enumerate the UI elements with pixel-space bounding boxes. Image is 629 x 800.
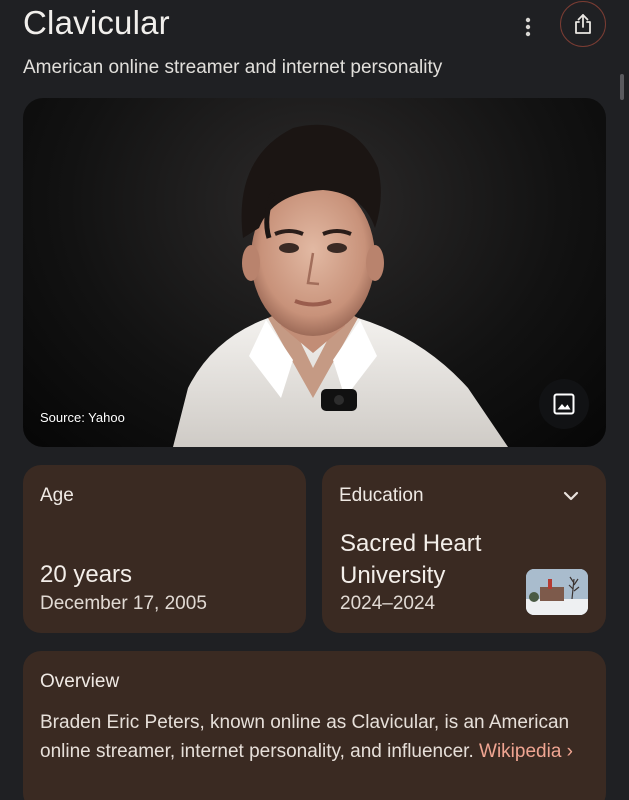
image-icon: [553, 393, 575, 415]
more-options-button[interactable]: [517, 10, 539, 44]
school-thumbnail[interactable]: [526, 569, 588, 615]
education-card[interactable]: Education Sacred Heart University 2024–2…: [322, 465, 606, 633]
chevron-right-icon: ›: [566, 741, 573, 762]
wikipedia-link-label: Wikipedia: [479, 741, 562, 762]
entity-photo[interactable]: Source: Yahoo: [23, 98, 606, 447]
page-title: Clavicular: [23, 4, 170, 41]
portrait-image: [173, 124, 508, 447]
birth-date: December 17, 2005: [40, 593, 207, 614]
share-icon: [575, 14, 591, 34]
age-label: Age: [40, 485, 74, 506]
photo-source-label: Source: Yahoo: [40, 410, 125, 425]
chevron-down-icon[interactable]: [562, 487, 580, 505]
age-value: 20 years: [40, 561, 133, 588]
age-card[interactable]: Age 20 years December 17, 2005: [23, 465, 306, 633]
school-name: Sacred Heart University: [340, 530, 482, 589]
education-label: Education: [339, 485, 424, 506]
overview-description: Braden Eric Peters, known online as Clav…: [40, 708, 580, 766]
overview-card: Overview Braden Eric Peters, known onlin…: [23, 651, 606, 800]
view-images-button[interactable]: [539, 379, 589, 429]
knowledge-panel-header: Clavicular American online streamer and …: [23, 0, 613, 90]
entity-subtitle: American online streamer and internet pe…: [23, 57, 443, 78]
scrollbar-thumb[interactable]: [620, 74, 624, 100]
education-years: 2024–2024: [340, 593, 436, 614]
wikipedia-link[interactable]: Wikipedia ›: [479, 741, 573, 762]
more-vert-icon: [525, 17, 531, 37]
overview-label: Overview: [40, 671, 120, 692]
share-button[interactable]: [560, 1, 606, 47]
